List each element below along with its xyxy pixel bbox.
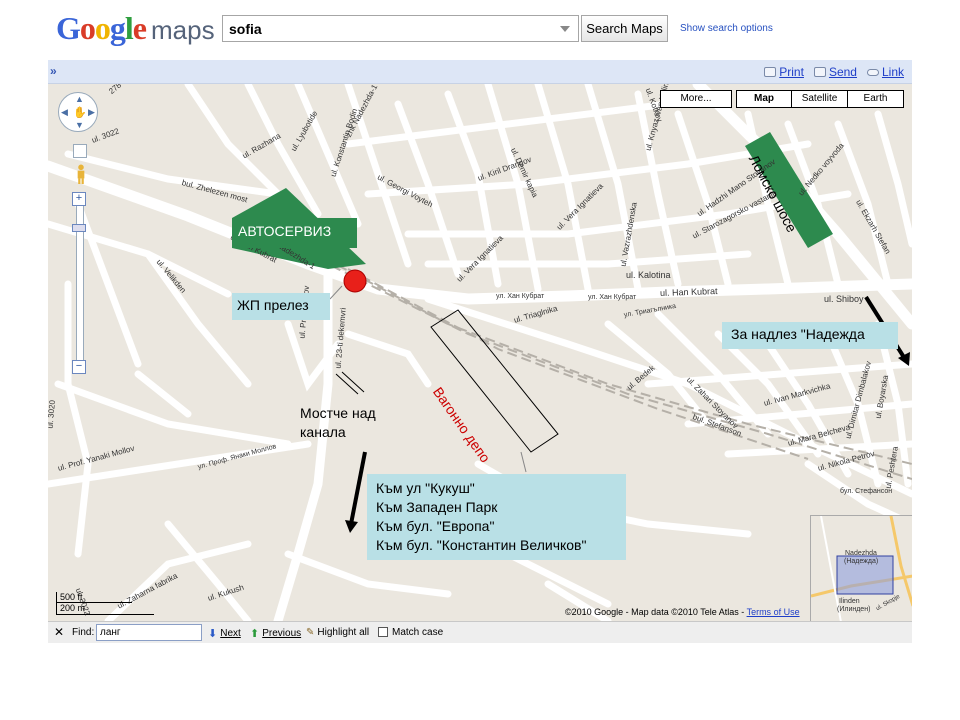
route-item: Към ул "Кукуш" (376, 480, 475, 496)
print-label: Print (779, 65, 804, 79)
zoom-track[interactable] (76, 192, 84, 362)
hand-icon[interactable]: ✋ (73, 106, 87, 119)
route-item: Към бул. "Константин Величков" (376, 537, 587, 553)
pan-down-icon[interactable]: ▼ (75, 120, 84, 130)
routes-label: Към ул "Кукуш" Към Западен Парк Към бул.… (367, 474, 626, 560)
bridge-label-line: канала (300, 424, 346, 440)
overpass-label: За надлез "Надежда (722, 322, 898, 349)
map-canvas[interactable]: ul. Han Kubrat ul. Han Kubrat ул. Хан Ку… (48, 84, 912, 621)
scale-bar: 500 ft 200 m (56, 592, 154, 615)
page: Google maps sofia Search Maps Show searc… (0, 0, 960, 720)
printer-icon (764, 67, 777, 77)
overview-label: (Надежда) (844, 558, 879, 565)
match-case-checkbox[interactable]: Match case (378, 627, 443, 638)
overview-map[interactable]: Nadezhda (Надежда) Ilinden (Илинден) ul.… (810, 515, 912, 621)
chain-link-icon (866, 68, 879, 76)
logo-maps: maps (150, 15, 215, 45)
show-search-options-link[interactable]: Show search options (680, 23, 773, 34)
zoom-slider-handle[interactable] (72, 224, 86, 232)
bridge-label: Мостче над канала (300, 404, 410, 442)
pan-left-icon[interactable]: ◀ (61, 107, 68, 118)
find-previous-label: Previous (262, 628, 302, 639)
street-label: ul. Han Kubrat (659, 285, 718, 298)
route-item: Към бул. "Европа" (376, 518, 495, 534)
pan-up-icon[interactable]: ▲ (75, 94, 84, 104)
find-next-label: Next (220, 628, 241, 639)
copyright-text: ©2010 Google - Map data ©2010 Tele Atlas… (565, 607, 745, 617)
link-link[interactable]: Link (866, 65, 904, 79)
find-input[interactable]: ланг (96, 624, 202, 641)
map-toolbar: » Print Send Link (48, 60, 912, 84)
arrow-down-icon: ⬇ (208, 628, 218, 640)
checkbox-icon (378, 627, 388, 637)
find-bar: ✕ Find: ланг ⬇ Next ⬆ Previous ✎ Highlight … (48, 621, 912, 643)
overview-label: Nadezhda (845, 550, 877, 557)
street-label: бул. Стефансон (840, 488, 893, 495)
highlighter-icon: ✎ (306, 627, 315, 638)
arrow-up-icon: ⬆ (250, 628, 260, 640)
earth-button[interactable]: Earth (848, 90, 904, 108)
satellite-button[interactable]: Satellite (792, 90, 848, 108)
copyright: ©2010 Google - Map data ©2010 Tele Atlas… (565, 607, 800, 617)
logo-google: Google (56, 10, 147, 46)
find-previous-button[interactable]: ⬆ Previous (250, 627, 301, 640)
header: Google maps sofia Search Maps Show searc… (48, 0, 912, 60)
map-type-group: Map Satellite Earth (736, 90, 904, 108)
bridge-label-line: Мостче над (300, 405, 376, 421)
envelope-icon (813, 67, 826, 77)
highlight-all-button[interactable]: ✎ Highlight all (306, 627, 369, 638)
highlight-all-label: Highlight all (317, 627, 370, 638)
close-find-icon[interactable]: ✕ (54, 625, 64, 639)
railway-crossing-label: ЖП прелез (232, 293, 330, 320)
overview-label: (Илинден) (837, 606, 871, 613)
map-type-control: More... Map Satellite Earth (660, 90, 904, 108)
scale-m: 200 m (56, 603, 154, 615)
collapse-panel-button[interactable]: » (50, 64, 57, 78)
search-dropdown-arrow-icon[interactable] (560, 26, 570, 32)
google-maps-logo[interactable]: Google maps (56, 10, 215, 46)
reset-view-button[interactable] (73, 144, 87, 158)
more-button[interactable]: More... (660, 90, 732, 108)
toolbar-links: Print Send Link (764, 65, 904, 79)
terms-of-use-link[interactable]: Terms of Use (747, 607, 800, 617)
send-link[interactable]: Send (813, 65, 857, 79)
street-label: ул. Хан Кубрат (588, 294, 637, 301)
map-button[interactable]: Map (736, 90, 792, 108)
print-link[interactable]: Print (764, 65, 804, 79)
street-label: ul. Shiboy (824, 294, 864, 304)
match-case-label: Match case (392, 627, 444, 638)
search-maps-button[interactable]: Search Maps (581, 15, 668, 42)
pan-control[interactable]: ▲ ▼ ◀ ▶ ✋ (58, 92, 98, 132)
pegman-icon[interactable] (75, 164, 87, 184)
pan-right-icon[interactable]: ▶ (88, 107, 95, 118)
zoom-in-icon[interactable]: + (72, 192, 86, 206)
street-label: ul. Kalotina (626, 270, 671, 280)
scale-ft: 500 ft (56, 592, 132, 603)
find-next-button[interactable]: ⬇ Next (208, 627, 241, 640)
navigation-control: ▲ ▼ ◀ ▶ ✋ + − (58, 92, 98, 374)
autoservice-label: АВТОСЕРВИЗ (232, 218, 357, 248)
find-label: Find: (72, 627, 95, 638)
zoom-out-icon[interactable]: − (72, 360, 86, 374)
overview-label: Ilinden (839, 598, 860, 605)
street-label: ул. Хан Кубрат (496, 293, 545, 300)
send-label: Send (828, 65, 857, 79)
link-label: Link (881, 65, 904, 79)
route-item: Към Западен Парк (376, 499, 498, 515)
search-input[interactable]: sofia (222, 15, 579, 42)
